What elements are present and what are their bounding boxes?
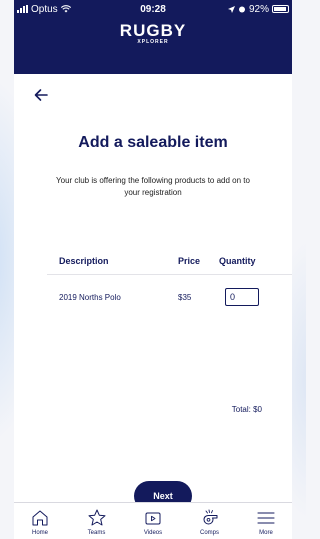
status-right: 92% bbox=[199, 4, 289, 15]
tab-home[interactable]: Home bbox=[20, 503, 60, 539]
tab-home-label: Home bbox=[31, 530, 48, 536]
battery-icon bbox=[271, 5, 289, 13]
products-table: Description Price Quantity 2019 Norths P… bbox=[47, 247, 292, 319]
header-description: Description bbox=[59, 255, 109, 266]
app-header: Optus 09:28 92% RUGBY XPLORER bbox=[14, 0, 292, 74]
star-icon bbox=[88, 509, 105, 526]
battery-percent: 92% bbox=[248, 3, 269, 15]
tab-comps[interactable]: Comps bbox=[190, 503, 230, 539]
bottom-tab-bar: Home Teams Videos Comps More bbox=[14, 502, 292, 539]
tab-teams[interactable]: Teams bbox=[77, 503, 117, 539]
row-quantity-cell bbox=[219, 288, 277, 306]
quantity-input[interactable] bbox=[225, 288, 259, 306]
tab-more-label: More bbox=[259, 530, 273, 536]
whistle-icon bbox=[203, 509, 217, 525]
back-button[interactable] bbox=[34, 86, 54, 106]
row-price: $35 bbox=[178, 292, 192, 302]
tab-videos-label: Videos bbox=[143, 530, 163, 536]
play-icon bbox=[145, 512, 161, 525]
row-description: 2019 Norths Polo bbox=[59, 292, 121, 302]
home-icon bbox=[32, 510, 48, 526]
main-content: Add a saleable item Your club is offerin… bbox=[14, 74, 292, 539]
app-logo: RUGBY XPLORER bbox=[14, 22, 292, 45]
arrow-left-icon bbox=[34, 89, 48, 101]
tab-comps-label: Comps bbox=[199, 530, 219, 536]
menu-icon bbox=[257, 512, 275, 524]
status-time: 09:28 bbox=[140, 3, 166, 15]
table-header: Description Price Quantity bbox=[47, 247, 292, 275]
app-screen: Optus 09:28 92% RUGBY XPLORER Add a sale… bbox=[14, 0, 292, 539]
tab-videos[interactable]: Videos bbox=[133, 503, 173, 539]
header-quantity: Quantity bbox=[219, 255, 256, 266]
status-bar: Optus 09:28 92% bbox=[14, 0, 292, 18]
table-row: 2019 Norths Polo $35 bbox=[47, 275, 292, 319]
logo-sub-text: XPLORER bbox=[137, 39, 169, 45]
tab-more[interactable]: More bbox=[246, 503, 286, 539]
wifi-icon bbox=[60, 5, 71, 13]
location-icon bbox=[227, 5, 235, 13]
header-price: Price bbox=[178, 255, 201, 266]
carrier-label: Optus bbox=[31, 3, 58, 15]
status-left: Optus bbox=[17, 4, 107, 15]
signal-icon bbox=[17, 5, 28, 13]
logo-main-text: RUGBY bbox=[119, 21, 187, 40]
page-title: Add a saleable item bbox=[78, 134, 228, 151]
order-total: Total: $0 bbox=[231, 405, 262, 414]
tab-teams-label: Teams bbox=[87, 530, 106, 536]
page-subtitle: Your club is offering the following prod… bbox=[56, 176, 250, 197]
alarm-icon bbox=[238, 6, 245, 13]
